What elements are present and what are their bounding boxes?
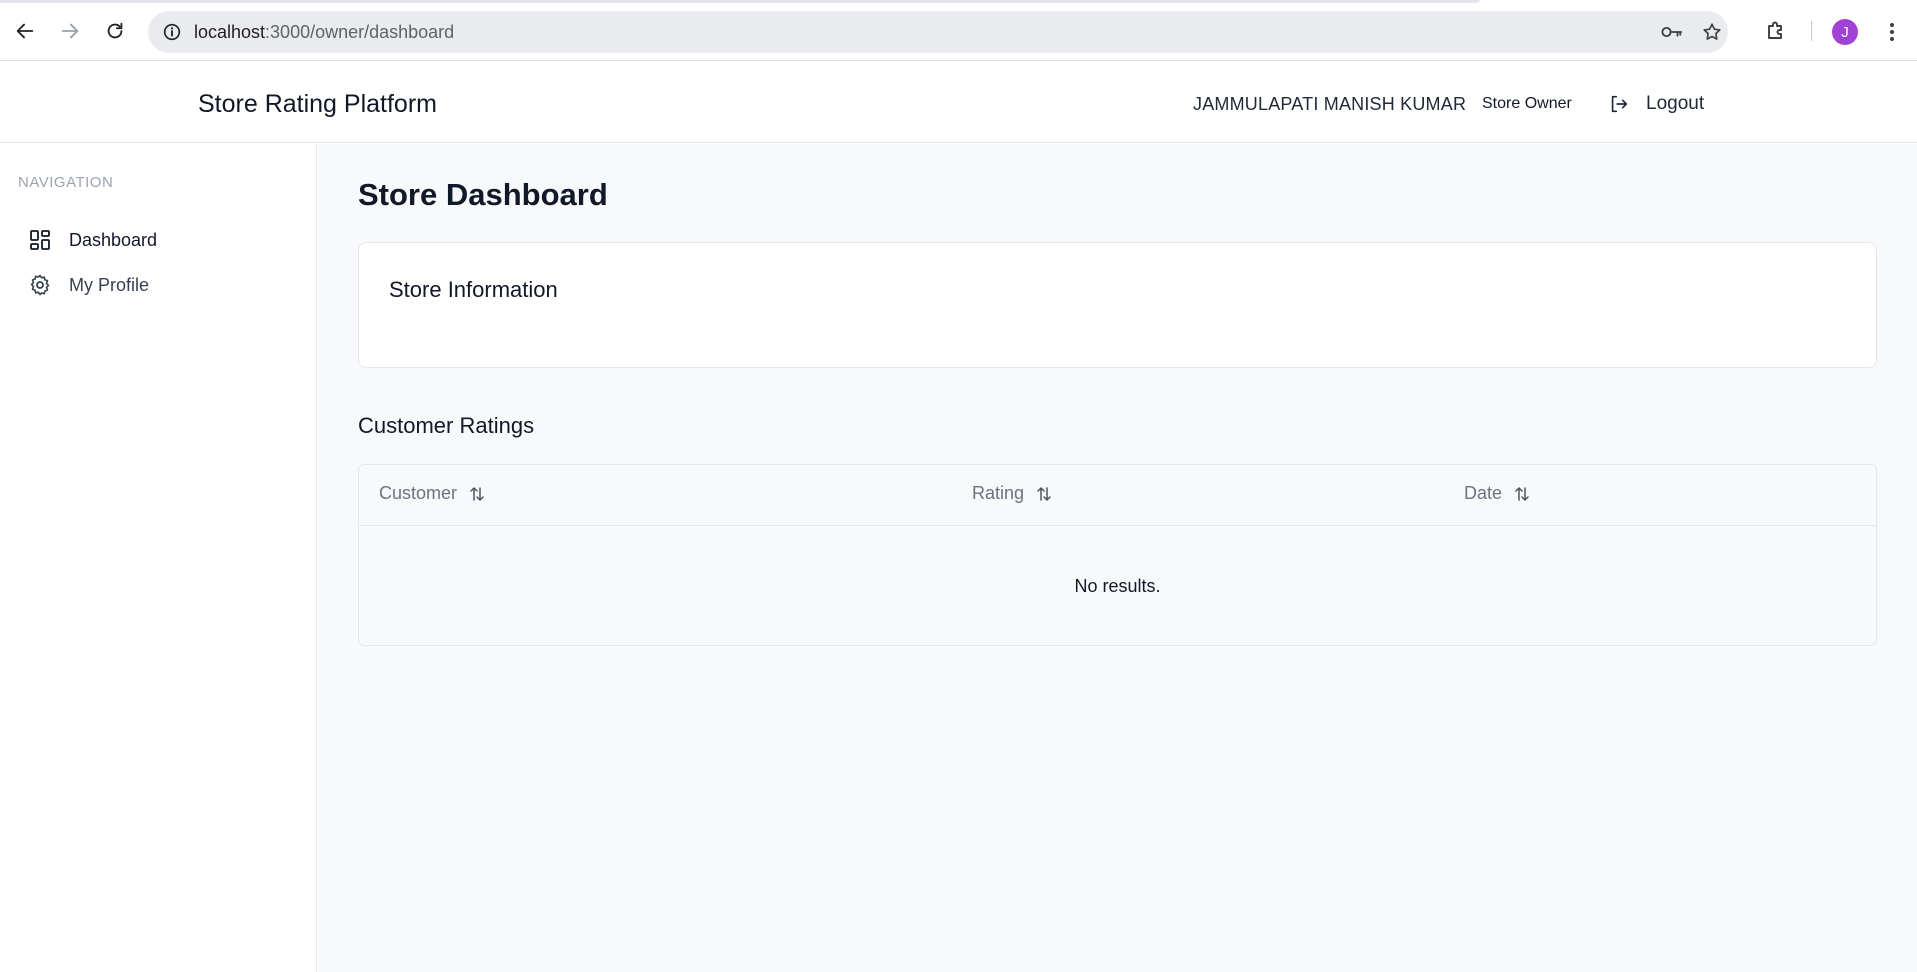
url-text[interactable]: localhost:3000/owner/dashboard: [194, 22, 454, 43]
sidebar-item-label: My Profile: [69, 274, 150, 295]
logout-icon: [1611, 95, 1628, 113]
menu-dot: [1890, 29, 1894, 34]
reload-icon: [107, 22, 123, 39]
store-information-card: Store Information: [358, 242, 1877, 368]
arrow-right-icon: [61, 23, 79, 39]
arrow-left-icon: [16, 23, 34, 39]
profile-avatar[interactable]: J: [1832, 19, 1858, 45]
menu-dot: [1890, 23, 1894, 28]
back-button[interactable]: [10, 16, 40, 46]
browser-tab-strip: [0, 0, 1480, 3]
menu-dot: [1890, 36, 1894, 41]
bookmark-star-icon[interactable]: [1701, 21, 1723, 43]
main-content: Store Dashboard Store Information Custom…: [318, 144, 1917, 972]
layout-grid-icon: [30, 230, 50, 250]
column-header-date[interactable]: Date: [1464, 483, 1531, 504]
sidebar-item-my-profile[interactable]: My Profile: [28, 268, 298, 302]
logout-label: Logout: [1646, 93, 1705, 114]
site-info-icon[interactable]: [161, 21, 183, 43]
card-title: Store Information: [389, 277, 558, 302]
browser-menu-button[interactable]: [1880, 20, 1904, 44]
url-path: :3000/owner/dashboard: [265, 22, 455, 42]
column-header-customer[interactable]: Customer: [379, 483, 486, 504]
column-label: Date: [1464, 483, 1503, 503]
forward-button[interactable]: [55, 16, 85, 46]
sidebar-item-label: Dashboard: [69, 229, 158, 250]
toolbar-divider: [1811, 21, 1812, 41]
customer-ratings-title: Customer Ratings: [358, 413, 535, 438]
logout-button[interactable]: Logout: [1608, 89, 1704, 119]
sidebar: NAVIGATION Dashboard My Profile: [0, 144, 317, 972]
url-host: localhost: [194, 22, 266, 42]
sidebar-heading: NAVIGATION: [18, 174, 114, 191]
user-role-badge: Store Owner: [1482, 95, 1572, 112]
column-label: Customer: [379, 483, 458, 503]
table-header-row: Customer Rating Date: [359, 465, 1876, 526]
extensions-puzzle-icon[interactable]: [1764, 19, 1788, 43]
sidebar-item-dashboard[interactable]: Dashboard: [28, 223, 298, 257]
sort-arrows-icon: [470, 486, 484, 501]
sort-arrows-icon: [1515, 486, 1529, 501]
page-title: Store Dashboard: [358, 177, 608, 212]
browser-toolbar: localhost:3000/owner/dashboard J: [0, 0, 1917, 61]
app-header: Store Rating Platform JAMMULAPATI MANISH…: [0, 61, 1917, 143]
empty-state-text: No results.: [1074, 576, 1161, 596]
column-label: Rating: [972, 483, 1025, 503]
reload-button[interactable]: [100, 16, 130, 46]
address-bar[interactable]: localhost:3000/owner/dashboard: [148, 11, 1728, 53]
user-name: JAMMULAPATI MANISH KUMAR: [1193, 94, 1467, 114]
gear-icon: [30, 274, 50, 296]
brand-title[interactable]: Store Rating Platform: [198, 90, 437, 119]
ratings-table: Customer Rating Date No results.: [358, 464, 1877, 646]
column-header-rating[interactable]: Rating: [972, 483, 1053, 504]
avatar-letter: J: [1841, 23, 1849, 41]
sort-arrows-icon: [1037, 486, 1051, 501]
password-key-icon[interactable]: [1660, 21, 1684, 43]
